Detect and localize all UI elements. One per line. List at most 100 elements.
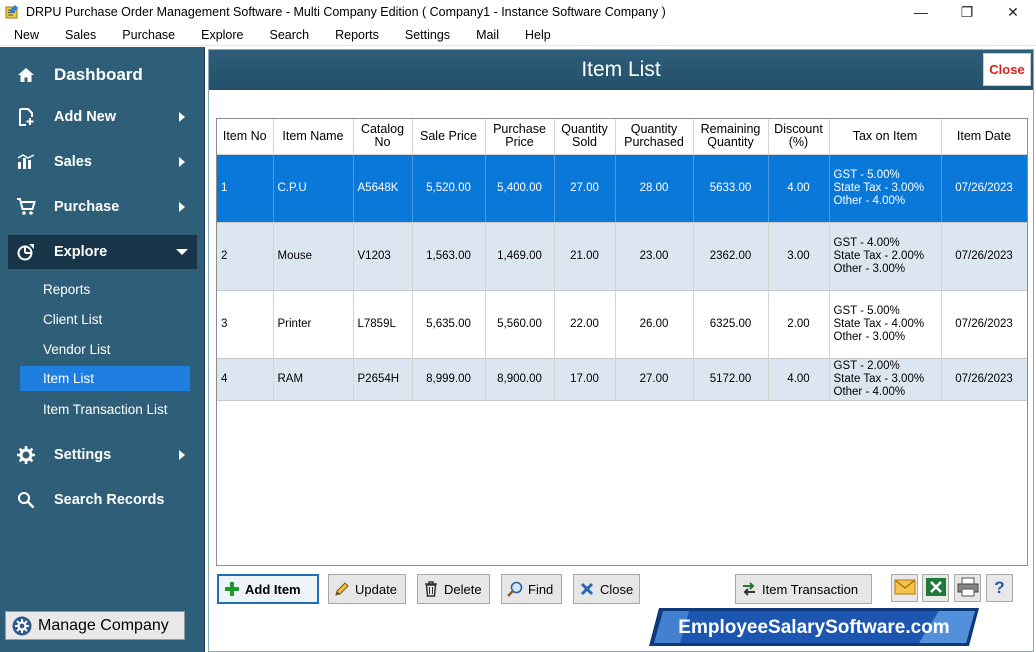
sidebar-item-search-records[interactable]: Search Records [8, 483, 197, 517]
column-header[interactable]: Item No [217, 119, 274, 155]
delete-button[interactable]: Delete [417, 574, 490, 604]
sidebar-subitem-item-list[interactable]: Item List [20, 366, 190, 391]
sidebar-subitem-item-transaction-list[interactable]: Item Transaction List [20, 397, 190, 422]
tax-line: Other - 4.00% [833, 194, 906, 207]
email-button[interactable] [891, 574, 918, 602]
column-header-label: Item Date [956, 128, 1012, 143]
table-row[interactable]: 1 C.P.U A5648K 5,520.00 5,400.00 27.00 28.00 56… [217, 154, 1027, 223]
table-row[interactable]: 4 RAM P2654H 8,999.00 8,900.00 17.00 27.00 5172… [217, 358, 1027, 401]
sidebar-subitem-vendor-list[interactable]: Vendor List [20, 337, 190, 362]
sidebar-item-settings[interactable]: Settings [8, 438, 197, 472]
item-transaction-button[interactable]: Item Transaction [735, 574, 872, 604]
sidebar-item-label: Sales [54, 154, 92, 170]
chevron-right-icon [175, 112, 189, 122]
column-header[interactable]: Sale Price [412, 119, 486, 155]
find-label: Find [528, 581, 554, 597]
tax-line: GST - 2.00% [833, 359, 900, 372]
tax-line: State Tax - 2.00% [833, 249, 925, 262]
column-header-label: No [374, 135, 391, 150]
table-cell-tax: GST - 4.00% State Tax - 2.00% Other - 3.00… [829, 222, 942, 291]
column-header[interactable]: Quantity Purchased [615, 119, 694, 155]
column-header[interactable]: Discount (%) [768, 119, 830, 155]
table-cell-purchase: 1,469.00 [485, 222, 555, 291]
table-cell-purchased: 23.00 [615, 222, 694, 291]
plus-icon [223, 580, 241, 598]
update-label: Update [355, 581, 397, 597]
table-cell-sale: 5,635.00 [412, 290, 486, 359]
column-header[interactable]: Tax on Item [829, 119, 942, 155]
menu-purchase[interactable]: Purchase [114, 28, 183, 42]
help-button[interactable]: ? [986, 574, 1013, 602]
printer-icon [957, 577, 979, 600]
table-cell-sold: 21.00 [554, 222, 616, 291]
excel-export-button[interactable] [922, 574, 949, 602]
gear-icon [16, 445, 36, 465]
main-panel: Item List Close Item No Item Name Catalog N… [208, 49, 1034, 652]
home-icon [16, 65, 36, 85]
column-header[interactable]: Purchase Price [485, 119, 555, 155]
window-title: DRPU Purchase Order Management Software … [26, 5, 666, 19]
title-bar: DRPU Purchase Order Management Software … [0, 0, 1036, 24]
update-button[interactable]: Update [328, 574, 406, 604]
menu-settings[interactable]: Settings [397, 28, 458, 42]
table-row[interactable]: 2 Mouse V1203 1,563.00 1,469.00 21.00 23.00 236… [217, 222, 1027, 291]
column-header[interactable]: Remaining Quantity [693, 119, 769, 155]
column-header[interactable]: Item Name [273, 119, 354, 155]
bottom-toolbar: Add Item Update Delete Find Close Item T… [216, 572, 1030, 606]
table-cell-purchased: 27.00 [615, 358, 694, 401]
close-button[interactable]: Close [573, 574, 640, 604]
column-header[interactable]: Catalog No [353, 119, 413, 155]
menu-mail[interactable]: Mail [468, 28, 507, 42]
sidebar-subitem-client-list[interactable]: Client List [20, 307, 190, 332]
table-cell-sold: 17.00 [554, 358, 616, 401]
maximize-button[interactable]: ❐ [944, 0, 990, 24]
sidebar-item-label: Dashboard [54, 65, 143, 84]
table-row[interactable]: 3 Printer L7859L 5,635.00 5,560.00 22.00 26.00… [217, 290, 1027, 359]
table-cell-remaining: 5633.00 [693, 154, 769, 223]
sidebar-item-purchase[interactable]: Purchase [8, 190, 197, 224]
table-cell-sale: 5,520.00 [412, 154, 486, 223]
column-header-label: Catalog [360, 122, 405, 137]
close-window-button[interactable]: ✕ [990, 0, 1036, 24]
table-cell-remaining: 2362.00 [693, 222, 769, 291]
tax-line: Other - 3.00% [833, 262, 906, 275]
column-header-label: Purchase [493, 122, 546, 137]
add-item-button[interactable]: Add Item [217, 574, 319, 604]
table-cell-name: Printer [273, 290, 354, 359]
table-cell-catalog: V1203 [353, 222, 413, 291]
sidebar-item-explore[interactable]: Explore [8, 235, 197, 269]
sidebar: Dashboard Add New Sales Purchase Explore… [0, 47, 205, 652]
menu-search[interactable]: Search [262, 28, 318, 42]
column-header[interactable]: Quantity Sold [554, 119, 616, 155]
sidebar-subitem-reports[interactable]: Reports [20, 277, 190, 302]
table-cell-catalog: A5648K [353, 154, 413, 223]
sidebar-item-sales[interactable]: Sales [8, 145, 197, 179]
menu-help[interactable]: Help [517, 28, 559, 42]
tax-line: GST - 5.00% [833, 168, 900, 181]
table-cell-name: C.P.U [273, 154, 354, 223]
sidebar-item-dashboard[interactable]: Dashboard [8, 58, 197, 92]
gear-icon [12, 616, 32, 636]
menu-explore[interactable]: Explore [193, 28, 251, 42]
pencil-icon [333, 580, 351, 598]
menu-new[interactable]: New [6, 28, 47, 42]
cart-icon [16, 197, 36, 217]
column-header[interactable]: Item Date [941, 119, 1027, 155]
magnifier-icon [506, 580, 524, 598]
find-button[interactable]: Find [501, 574, 562, 604]
menu-bar: New Sales Purchase Explore Search Report… [0, 24, 1036, 46]
trash-icon [422, 580, 440, 598]
manage-company-button[interactable]: Manage Company [5, 611, 185, 640]
print-button[interactable] [954, 574, 981, 602]
table-cell-purchased: 26.00 [615, 290, 694, 359]
close-panel-button[interactable]: Close [983, 53, 1031, 86]
sidebar-item-add-new[interactable]: Add New [8, 100, 197, 134]
table-cell-purchase: 8,900.00 [485, 358, 555, 401]
excel-icon [925, 577, 947, 600]
menu-sales[interactable]: Sales [57, 28, 104, 42]
minimize-button[interactable]: — [898, 0, 944, 24]
column-header-label: Sale Price [420, 128, 477, 143]
search-icon [16, 490, 36, 510]
menu-reports[interactable]: Reports [327, 28, 387, 42]
table-cell-sale: 1,563.00 [412, 222, 486, 291]
